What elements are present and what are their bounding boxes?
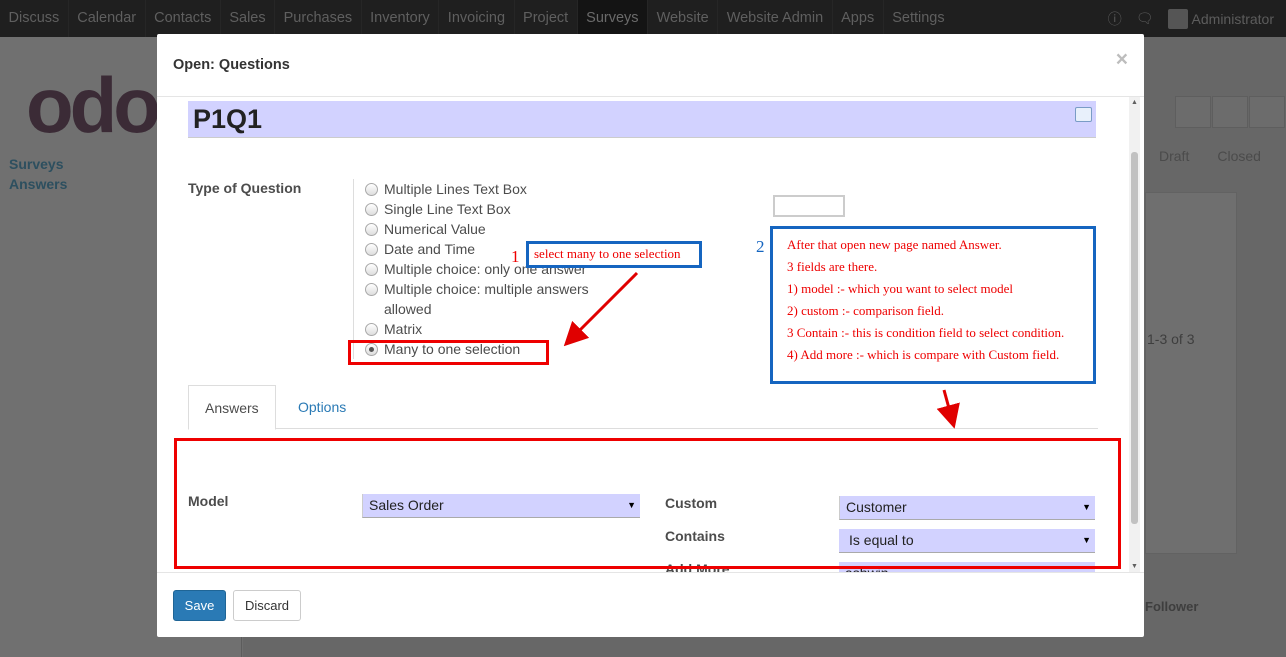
arrow-to-answers <box>936 389 960 429</box>
arrow-to-selection <box>563 271 639 347</box>
annotation-arrows <box>563 271 960 429</box>
